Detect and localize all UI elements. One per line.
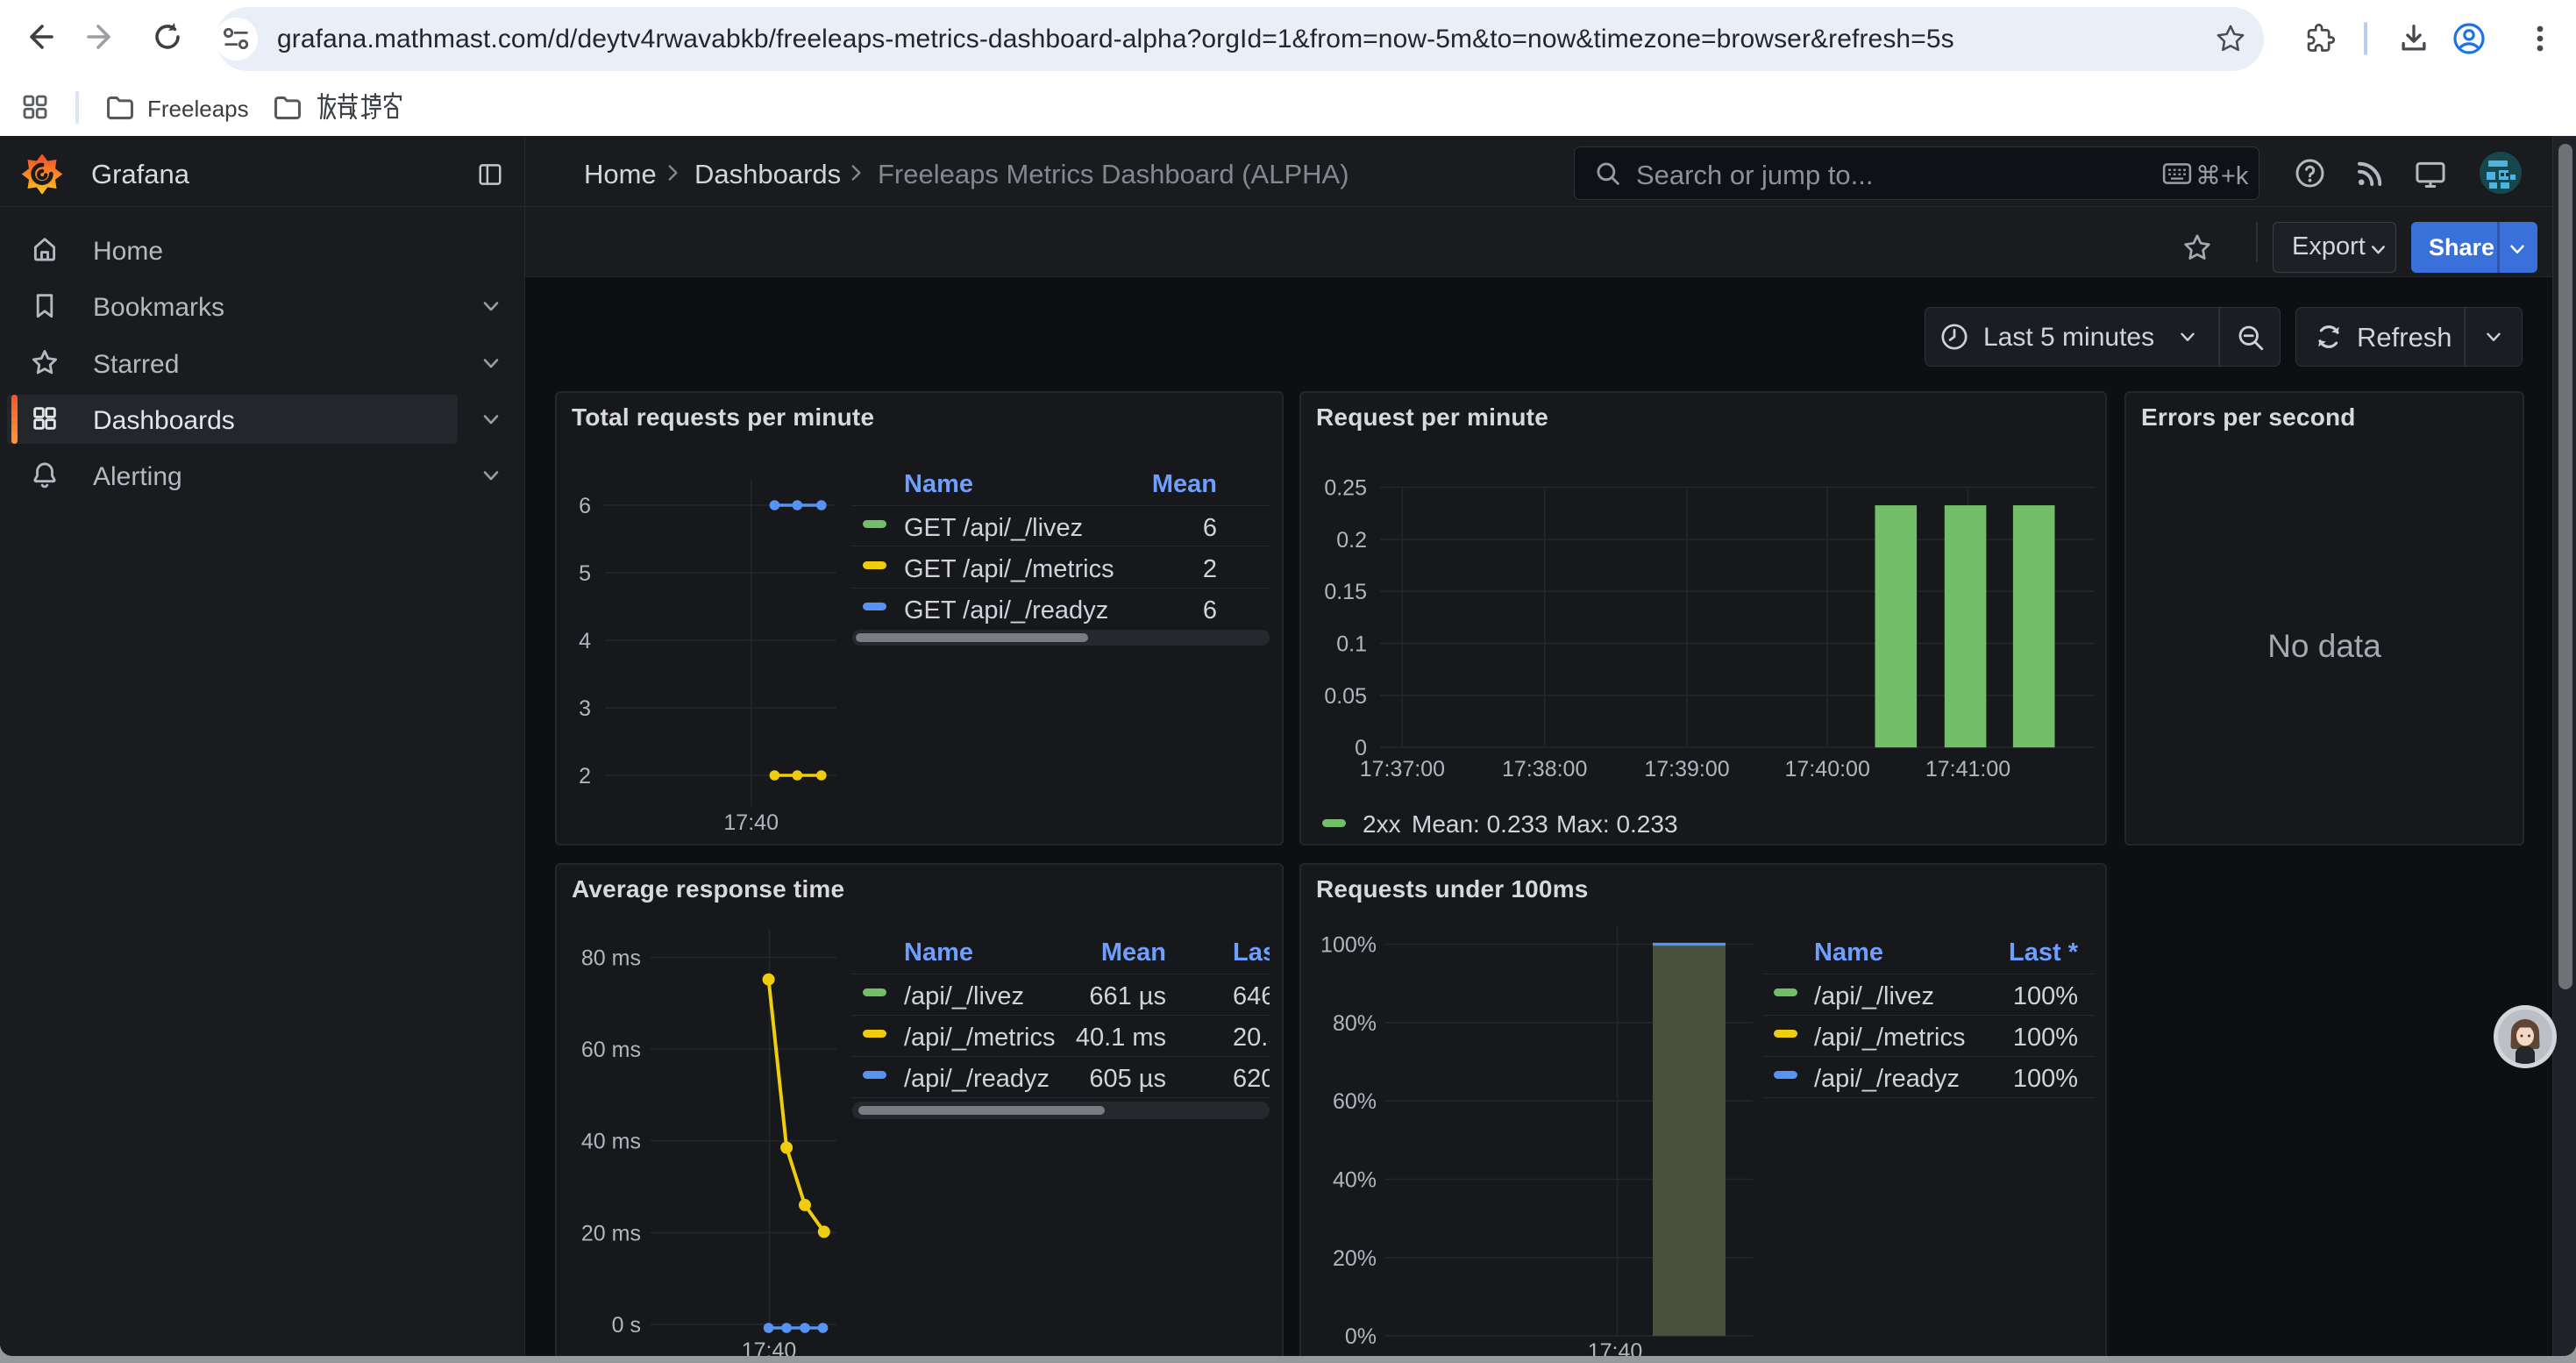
svg-text:17:40: 17:40 <box>723 810 779 835</box>
svg-text:4: 4 <box>579 629 591 653</box>
svg-text:17:40: 17:40 <box>742 1338 797 1356</box>
svg-text:17:41:00: 17:41:00 <box>1925 757 2010 781</box>
svg-text:0.15: 0.15 <box>1324 580 1367 604</box>
svg-text:17:37:00: 17:37:00 <box>1360 757 1445 781</box>
svg-text:0 s: 0 s <box>612 1313 641 1338</box>
svg-text:60 ms: 60 ms <box>581 1038 641 1062</box>
svg-text:0%: 0% <box>1345 1324 1377 1349</box>
svg-text:17:39:00: 17:39:00 <box>1644 757 1729 781</box>
svg-text:2: 2 <box>579 764 591 789</box>
svg-text:40%: 40% <box>1333 1168 1377 1193</box>
svg-text:100%: 100% <box>1320 933 1377 958</box>
svg-text:17:40:00: 17:40:00 <box>1785 757 1870 781</box>
svg-text:0.1: 0.1 <box>1336 632 1367 657</box>
svg-text:80 ms: 80 ms <box>581 946 641 970</box>
svg-text:40 ms: 40 ms <box>581 1130 641 1154</box>
svg-text:20%: 20% <box>1333 1246 1377 1271</box>
svg-text:17:38:00: 17:38:00 <box>1502 757 1587 781</box>
svg-text:0.05: 0.05 <box>1324 684 1367 709</box>
svg-text:3: 3 <box>579 696 591 721</box>
svg-text:5: 5 <box>579 561 591 586</box>
svg-text:6: 6 <box>579 494 591 518</box>
svg-text:60%: 60% <box>1333 1089 1377 1114</box>
svg-text:20 ms: 20 ms <box>581 1221 641 1245</box>
svg-text:17:40: 17:40 <box>1588 1339 1643 1356</box>
svg-text:0.25: 0.25 <box>1324 476 1367 501</box>
svg-text:0.2: 0.2 <box>1336 528 1367 553</box>
svg-text:80%: 80% <box>1333 1011 1377 1036</box>
